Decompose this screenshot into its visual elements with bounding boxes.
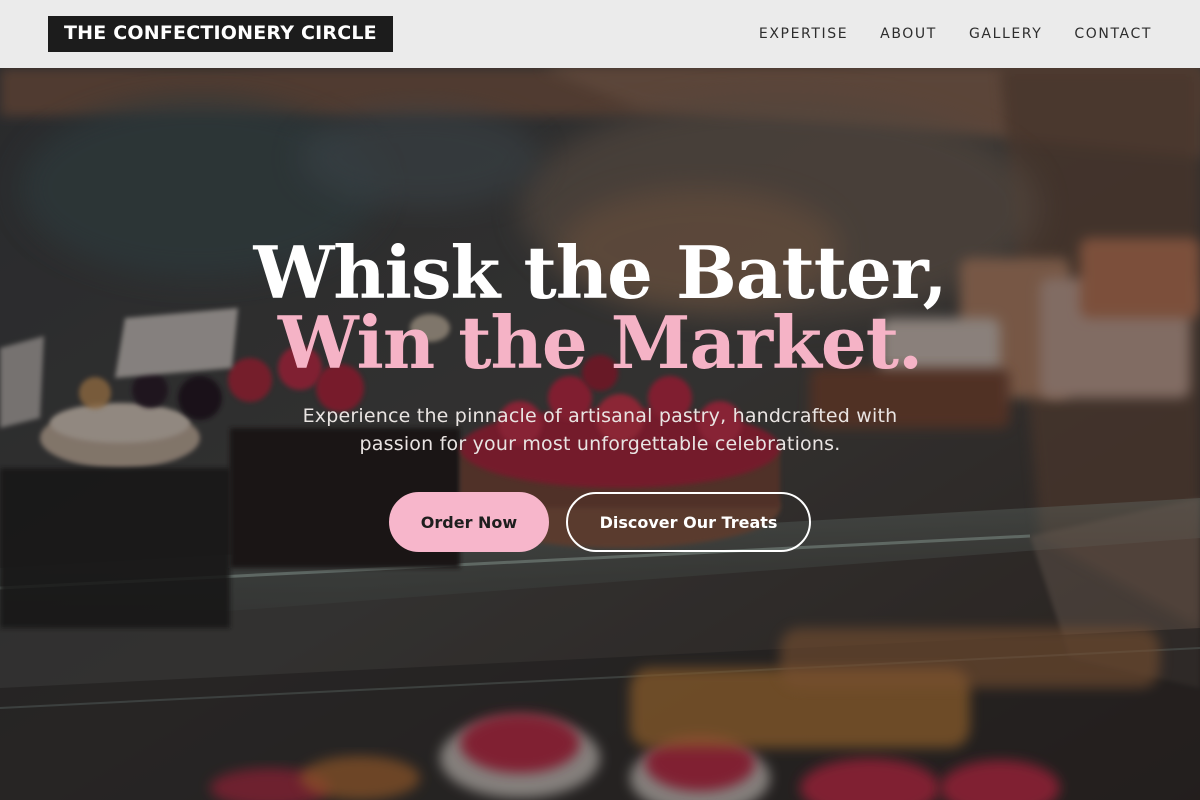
headline-line-2: Win the Market. [277, 300, 923, 385]
nav-link-gallery[interactable]: GALLERY [969, 26, 1042, 42]
nav-link-contact[interactable]: CONTACT [1074, 26, 1152, 42]
hero-section: Whisk the Batter, Win the Market. Experi… [0, 68, 1200, 800]
hero-subtitle: Experience the pinnacle of artisanal pas… [302, 405, 898, 455]
order-now-button[interactable]: Order Now [389, 492, 549, 552]
headline-line-1: Whisk the Batter, [253, 230, 947, 315]
brand-logo[interactable]: THE CONFECTIONERY CIRCLE [48, 16, 393, 52]
hero-content: Whisk the Batter, Win the Market. Experi… [0, 230, 1200, 552]
main-nav: EXPERTISE ABOUT GALLERY CONTACT [727, 26, 1152, 42]
cta-row: Order Now Discover Our Treats [0, 492, 1200, 552]
hero-headline: Whisk the Batter, Win the Market. [0, 230, 1200, 385]
discover-treats-button[interactable]: Discover Our Treats [566, 492, 811, 552]
nav-link-about[interactable]: ABOUT [880, 26, 937, 42]
nav-link-expertise[interactable]: EXPERTISE [759, 26, 848, 42]
site-header: THE CONFECTIONERY CIRCLE EXPERTISE ABOUT… [0, 0, 1200, 68]
